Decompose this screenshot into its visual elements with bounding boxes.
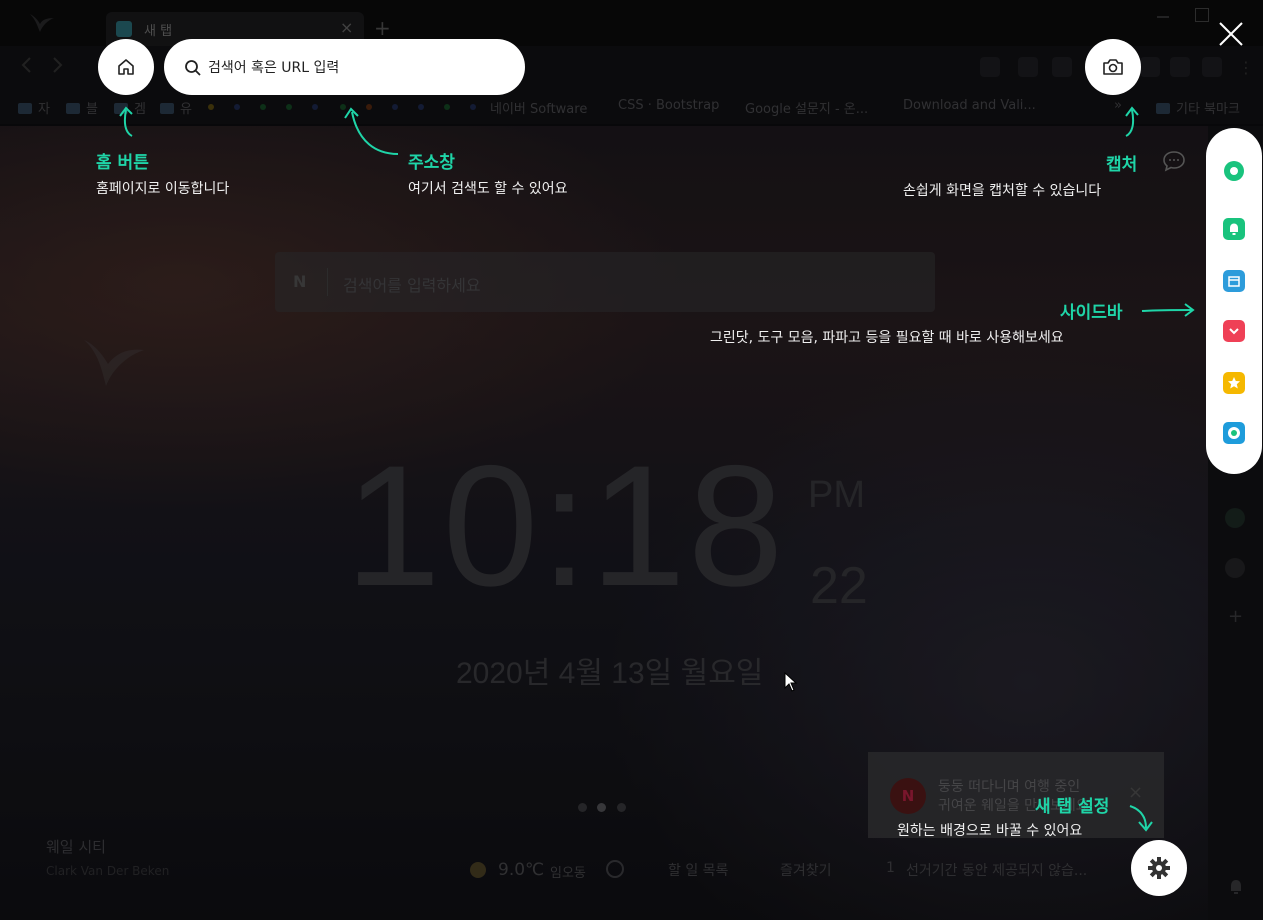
calendar-icon[interactable] (1223, 270, 1245, 292)
home-icon (118, 59, 134, 75)
close-tutorial-button[interactable] (1217, 20, 1245, 48)
close-icon (1219, 22, 1243, 46)
sidebar-panel (1206, 128, 1262, 474)
capture-button[interactable] (1085, 39, 1141, 95)
capture-callout-arrow (1125, 106, 1139, 137)
favorite-icon[interactable] (1223, 372, 1245, 394)
address-callout-title: 주소창 (408, 153, 455, 173)
gear-icon (1148, 857, 1170, 879)
mouse-cursor-icon (784, 672, 798, 692)
capture-callout-desc: 손쉽게 화면을 캡처할 수 있습니다 (903, 183, 1102, 199)
home-callout-desc: 홈페이지로 이동합니다 (96, 181, 230, 197)
tutorial-dim-overlay (0, 0, 1263, 920)
address-placeholder: 검색어 혹은 URL 입력 (208, 60, 340, 76)
newtab-callout-arrow (1129, 805, 1153, 832)
newtab-callout-title: 새 탭 설정 (1035, 797, 1110, 817)
greendot-icon[interactable] (1223, 160, 1245, 182)
newtab-settings-button[interactable] (1131, 840, 1187, 896)
sidebar-callout-title: 사이드바 (1060, 303, 1123, 323)
address-callout-arrow (344, 107, 399, 155)
chat-bubble-icon[interactable] (1162, 150, 1186, 172)
home-callout-title: 홈 버튼 (96, 153, 149, 173)
capture-callout-title: 캡처 (1106, 155, 1138, 175)
home-button[interactable] (98, 39, 154, 95)
sidebar-callout-arrow (1141, 303, 1195, 317)
alarm-icon[interactable] (1223, 218, 1245, 240)
search-icon (185, 60, 201, 76)
camera-icon (1103, 59, 1123, 75)
sidebar-callout-desc: 그린닷, 도구 모음, 파파고 등을 필요할 때 바로 사용해보세요 (710, 330, 1064, 346)
address-bar[interactable]: 검색어 혹은 URL 입력 (164, 39, 525, 95)
address-callout-desc: 여기서 검색도 할 수 있어요 (408, 181, 568, 197)
pocket-icon[interactable] (1223, 320, 1245, 342)
newtab-callout-desc: 원하는 배경으로 바꿀 수 있어요 (897, 823, 1083, 839)
home-callout-arrow (119, 106, 133, 137)
papago-icon[interactable] (1223, 422, 1245, 444)
